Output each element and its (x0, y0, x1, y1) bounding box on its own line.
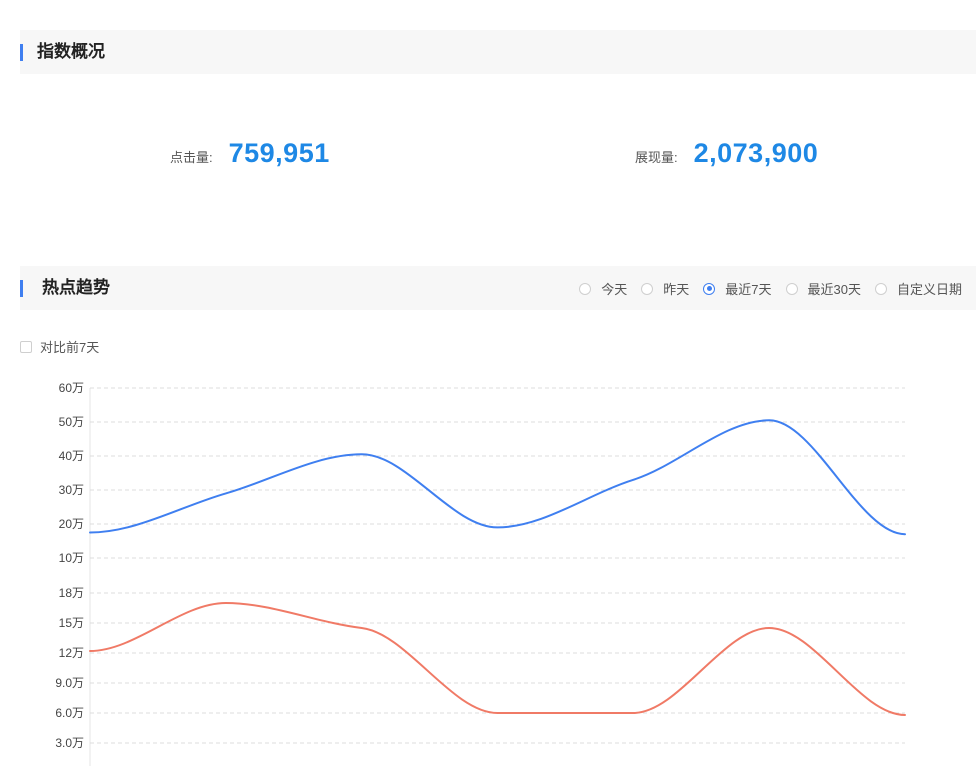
y-tick-label: 3.0万 (55, 736, 84, 750)
trend-chart: 10万 20万 30万 40万 50万 60万 3.0万 6.0万 9.0万 12万 15万 18万 (55, 381, 906, 766)
y-tick-label: 60万 (59, 381, 84, 395)
y-tick-label: 18万 (59, 586, 84, 600)
impressions-trend-line (89, 602, 906, 716)
y-tick-label: 10万 (59, 551, 84, 565)
y-tick-label: 20万 (59, 517, 84, 531)
y-tick-label: 9.0万 (55, 676, 84, 690)
y-tick-label: 30万 (59, 483, 84, 497)
clicks-trend-line (89, 419, 906, 536)
y-tick-label: 12万 (59, 646, 84, 660)
y-tick-label: 40万 (59, 449, 84, 463)
y-tick-label: 6.0万 (55, 706, 84, 720)
y-tick-label: 50万 (59, 415, 84, 429)
y-tick-label: 15万 (59, 616, 84, 630)
